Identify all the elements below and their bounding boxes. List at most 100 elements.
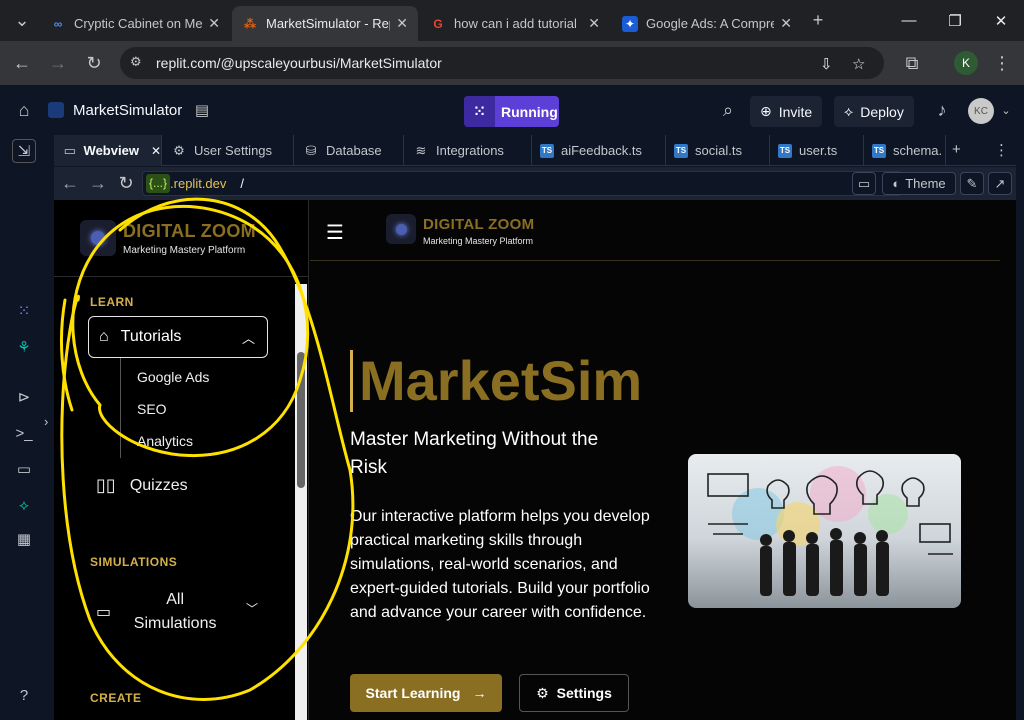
- close-icon[interactable]: ✕: [208, 15, 220, 32]
- reload-icon[interactable]: ↻: [82, 51, 106, 75]
- all-tools-icon[interactable]: ▦: [12, 527, 36, 551]
- app-webview: DIGITAL ZOOM Marketing Mastery Platform …: [54, 200, 1016, 720]
- bookmark-star-icon[interactable]: ☆: [852, 55, 865, 73]
- settings-button[interactable]: ⚙ Settings: [519, 674, 629, 712]
- webview-forward-icon[interactable]: →: [86, 171, 110, 195]
- help-icon[interactable]: ?: [12, 683, 36, 707]
- nav-quizzes[interactable]: ▯▯ Quizzes: [96, 475, 188, 496]
- chevron-down-icon[interactable]: ⌄: [994, 98, 1018, 122]
- chrome-menu-icon[interactable]: ⋮: [990, 51, 1014, 75]
- quizzes-label: Quizzes: [129, 476, 188, 494]
- new-pane-tab-icon[interactable]: +: [952, 141, 961, 158]
- tab-user-settings[interactable]: ⚙ User Settings: [162, 135, 294, 166]
- workflows-icon[interactable]: ⊳: [12, 385, 36, 409]
- webview-icon[interactable]: ▭: [12, 457, 36, 481]
- extensions-icon[interactable]: ⧉: [900, 51, 924, 75]
- pane-tabs: ▭ Webview ✕ ⚙ User Settings ⛁ Database ≋…: [54, 135, 1016, 166]
- project-name[interactable]: MarketSimulator: [73, 102, 182, 119]
- tutorials-menu-button[interactable]: ⌂ Tutorials ︿: [88, 316, 268, 358]
- browser-tab-active[interactable]: ⁂ MarketSimulator - Rep ✕: [232, 6, 418, 41]
- assistant-icon[interactable]: ⚘: [12, 335, 36, 359]
- toggle-sidebar-icon[interactable]: ⇲: [12, 139, 36, 163]
- deploy-button[interactable]: ⟡ Deploy: [834, 96, 914, 127]
- replit-icon: ⁂: [243, 16, 257, 31]
- close-icon[interactable]: ✕: [396, 15, 408, 32]
- restore-icon[interactable]: ❐: [932, 0, 978, 41]
- tab-user-ts[interactable]: TS user.ts: [770, 135, 864, 166]
- close-icon[interactable]: ✕: [588, 15, 600, 32]
- run-button[interactable]: ⁙ Running: [464, 96, 559, 127]
- pane-menu-icon[interactable]: ⋮: [994, 141, 1009, 159]
- brand-subtitle: Marketing Mastery Platform: [123, 245, 246, 256]
- new-tab-icon[interactable]: +: [806, 8, 830, 32]
- start-learning-button[interactable]: Start Learning →: [350, 674, 502, 712]
- shell-icon[interactable]: >_: [12, 421, 36, 445]
- tutorials-label: Tutorials: [120, 328, 182, 345]
- tab-integrations[interactable]: ≋ Integrations: [404, 135, 532, 166]
- site-info-icon[interactable]: ⚙: [130, 54, 148, 72]
- minimize-icon[interactable]: —: [886, 0, 932, 41]
- close-icon[interactable]: ✕: [151, 144, 161, 158]
- avatar-initials: KC: [974, 105, 988, 117]
- profile-avatar[interactable]: K: [954, 51, 978, 75]
- expand-chevron-icon[interactable]: ›: [44, 414, 48, 429]
- deployments-icon[interactable]: ⟡: [12, 493, 36, 517]
- tab-aifeedback-ts[interactable]: TS aiFeedback.ts: [532, 135, 666, 166]
- divider: [54, 276, 309, 277]
- open-new-tab-icon[interactable]: ↗: [988, 172, 1012, 195]
- tab-social-ts[interactable]: TS social.ts: [666, 135, 770, 166]
- submenu-analytics[interactable]: Analytics: [137, 433, 193, 449]
- tab-search-icon[interactable]: ⌄: [10, 8, 34, 32]
- deploy-label: Deploy: [860, 103, 904, 120]
- browser-tab[interactable]: ✦ Google Ads: A Compre ✕: [612, 6, 802, 41]
- header-brand-subtitle: Marketing Mastery Platform: [423, 236, 534, 246]
- typescript-icon: TS: [674, 143, 688, 158]
- monitor-icon: ▭: [63, 142, 76, 158]
- nav-all-simulations[interactable]: ▭ All Simulations ﹀: [96, 588, 266, 636]
- tab-label: social.ts: [695, 143, 742, 158]
- webview-url-field[interactable]: {...} .replit.dev / →: [142, 171, 902, 196]
- notifications-bell-icon[interactable]: ♪: [930, 98, 954, 122]
- close-icon[interactable]: ✕: [780, 15, 792, 32]
- url-text: replit.com/@upscaleyourbusi/MarketSimula…: [156, 55, 442, 71]
- submenu-seo[interactable]: SEO: [137, 401, 167, 417]
- google-icon: G: [433, 16, 443, 31]
- url-field[interactable]: ⚙ replit.com/@upscaleyourbusi/MarketSimu…: [120, 47, 884, 79]
- tab-label: User Settings: [194, 143, 273, 158]
- device-toggle-icon[interactable]: ▭: [852, 172, 876, 195]
- typescript-icon: TS: [778, 143, 792, 158]
- window-close-icon[interactable]: ✕: [978, 0, 1024, 41]
- browser-tab[interactable]: G how can i add tutorial ✕: [420, 6, 610, 41]
- devtools-wrench-icon[interactable]: ✎: [960, 172, 984, 195]
- install-app-icon[interactable]: ⇩: [820, 55, 833, 73]
- search-icon[interactable]: ⌕: [716, 98, 740, 122]
- user-avatar[interactable]: KC: [968, 98, 994, 124]
- chevron-down-icon: ﹀: [246, 602, 259, 616]
- brand-title: DIGITAL ZOOM: [123, 221, 256, 241]
- submenu-google-ads[interactable]: Google Ads: [137, 369, 209, 385]
- help-label: ?: [19, 686, 29, 704]
- agent-icon[interactable]: ⁙: [12, 299, 36, 323]
- webview-reload-icon[interactable]: ↻: [114, 171, 138, 195]
- app-sidebar: DIGITAL ZOOM Marketing Mastery Platform …: [54, 200, 309, 720]
- browser-tab[interactable]: ∞ Cryptic Cabinet on Met ✕: [40, 6, 230, 41]
- sidebar-scroll-thumb[interactable]: [297, 352, 305, 488]
- replit-left-rail: ⇲ ⁙ ⚘ ⊳ >_ ▭ ⟡ ▦ ?: [0, 135, 46, 720]
- dev-url-badge[interactable]: {...}: [146, 174, 171, 193]
- webview-back-icon[interactable]: ←: [58, 171, 82, 195]
- tab-database[interactable]: ⛁ Database: [294, 135, 404, 166]
- tab-schema[interactable]: TS schema.: [864, 135, 946, 166]
- tab-webview[interactable]: ▭ Webview ✕: [54, 135, 162, 166]
- home-icon[interactable]: ⌂: [12, 98, 36, 122]
- sidebar-scrollbar[interactable]: [295, 284, 307, 720]
- arrow-right-icon: →: [472, 685, 487, 701]
- replit-header: ⌂ MarketSimulator ▤ ⁙ Running ⌕ ⊕ Invite…: [0, 85, 1024, 135]
- invite-button[interactable]: ⊕ Invite: [750, 96, 823, 127]
- theme-button[interactable]: ◐ Theme: [882, 172, 956, 195]
- webview-toolbar: ← → ↻ {...} .replit.dev / → ▭ ◐ Theme ✎ …: [54, 167, 1016, 200]
- tab-label: schema.: [893, 143, 943, 158]
- project-info-icon[interactable]: ▤: [190, 98, 214, 122]
- back-icon[interactable]: ←: [10, 51, 34, 75]
- hamburger-menu-icon[interactable]: ☰: [326, 220, 344, 245]
- forward-icon[interactable]: →: [46, 51, 70, 75]
